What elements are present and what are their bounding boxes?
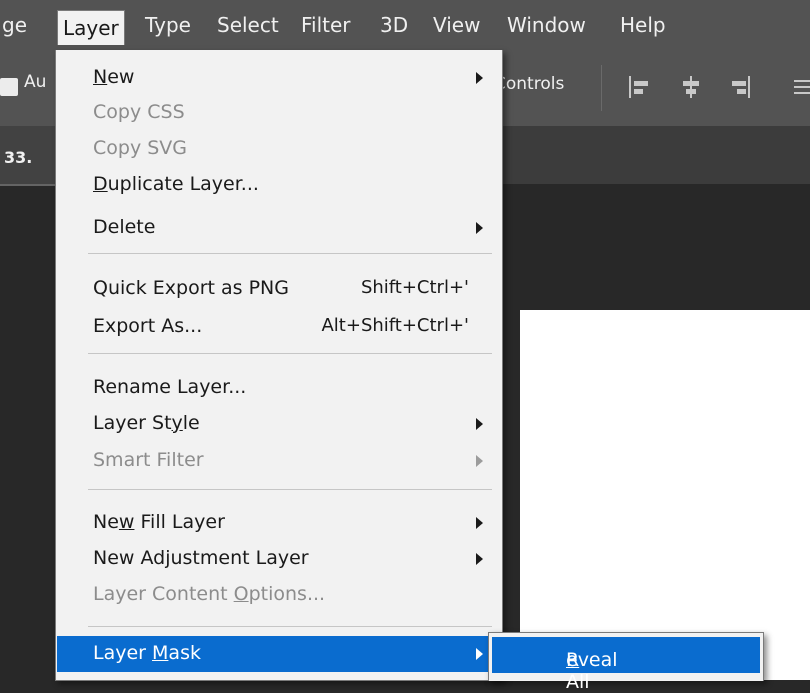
menu-item-rename-layer[interactable]: Rename Layer... — [57, 370, 501, 406]
menu-item-copy-css: Copy CSS — [93, 101, 185, 123]
submenu-item-reveal-all[interactable]: Reveal All — [492, 637, 760, 693]
menu-type[interactable]: Type — [145, 0, 191, 50]
align-horizontal-centers-icon[interactable] — [679, 76, 705, 98]
menu-window[interactable]: Window — [507, 0, 586, 50]
shortcut-quick-export: Shift+Ctrl+' — [360, 277, 469, 298]
menu-filter[interactable]: Filter — [301, 0, 351, 50]
auto-select-label: Au — [24, 72, 47, 92]
align-left-edges-icon[interactable] — [628, 76, 654, 98]
align-top-edges-icon[interactable] — [792, 76, 810, 98]
menu-select[interactable]: Select — [217, 0, 279, 50]
document-tab-label: 33. — [4, 148, 33, 167]
menu-item-copy-svg: Copy SVG — [93, 137, 188, 159]
menu-item-delete[interactable]: Delete — [57, 210, 501, 246]
menu-item-layer-content-options: Layer Content Options... — [93, 583, 326, 605]
menu-separator — [88, 626, 492, 627]
submenu-arrow-icon — [476, 648, 483, 660]
document-canvas[interactable] — [520, 310, 810, 680]
menu-item-duplicate-layer[interactable]: Duplicate Layer... — [57, 167, 501, 203]
menu-item-new[interactable]: New — [57, 60, 501, 96]
submenu-arrow-icon — [476, 517, 483, 529]
layer-mask-submenu: Reveal All — [488, 632, 764, 693]
align-right-edges-icon[interactable] — [727, 76, 753, 98]
menu-separator — [88, 489, 492, 490]
menu-item-smart-filter: Smart Filter — [57, 443, 501, 479]
menu-item-export-as[interactable]: Export As... Alt+Shift+Ctrl+' — [57, 309, 501, 345]
submenu-arrow-icon — [476, 72, 483, 84]
menu-3d[interactable]: 3D — [380, 0, 408, 50]
toolbar-divider — [601, 65, 602, 111]
menu-item-new-adjustment-layer[interactable]: New Adjustment Layer — [57, 541, 501, 577]
menu-bar: ge Layer Type Select Filter 3D View Wind… — [0, 0, 810, 50]
shortcut-export-as: Alt+Shift+Ctrl+' — [321, 315, 469, 336]
menu-separator — [88, 253, 492, 254]
menu-help[interactable]: Help — [620, 0, 666, 50]
menu-view[interactable]: View — [433, 0, 480, 50]
menu-separator — [88, 353, 492, 354]
show-transform-controls-label[interactable]: Controls — [494, 74, 564, 94]
menu-item-new-fill-layer[interactable]: New Fill Layer — [57, 505, 501, 541]
menu-item-layer-style[interactable]: Layer Style — [57, 406, 501, 442]
submenu-arrow-icon — [476, 455, 483, 467]
menu-item-quick-export-png[interactable]: Quick Export as PNG Shift+Ctrl+' — [57, 271, 501, 307]
submenu-arrow-icon — [476, 553, 483, 565]
menu-item-layer-mask[interactable]: Layer Mask — [57, 636, 501, 672]
auto-select-checkbox[interactable] — [0, 78, 18, 96]
submenu-arrow-icon — [476, 418, 483, 430]
menu-layer[interactable]: Layer — [57, 10, 125, 45]
menu-image[interactable]: ge — [2, 0, 27, 50]
submenu-arrow-icon — [476, 222, 483, 234]
layer-dropdown-menu: New Copy CSS Copy SVG Duplicate Layer...… — [55, 50, 503, 681]
